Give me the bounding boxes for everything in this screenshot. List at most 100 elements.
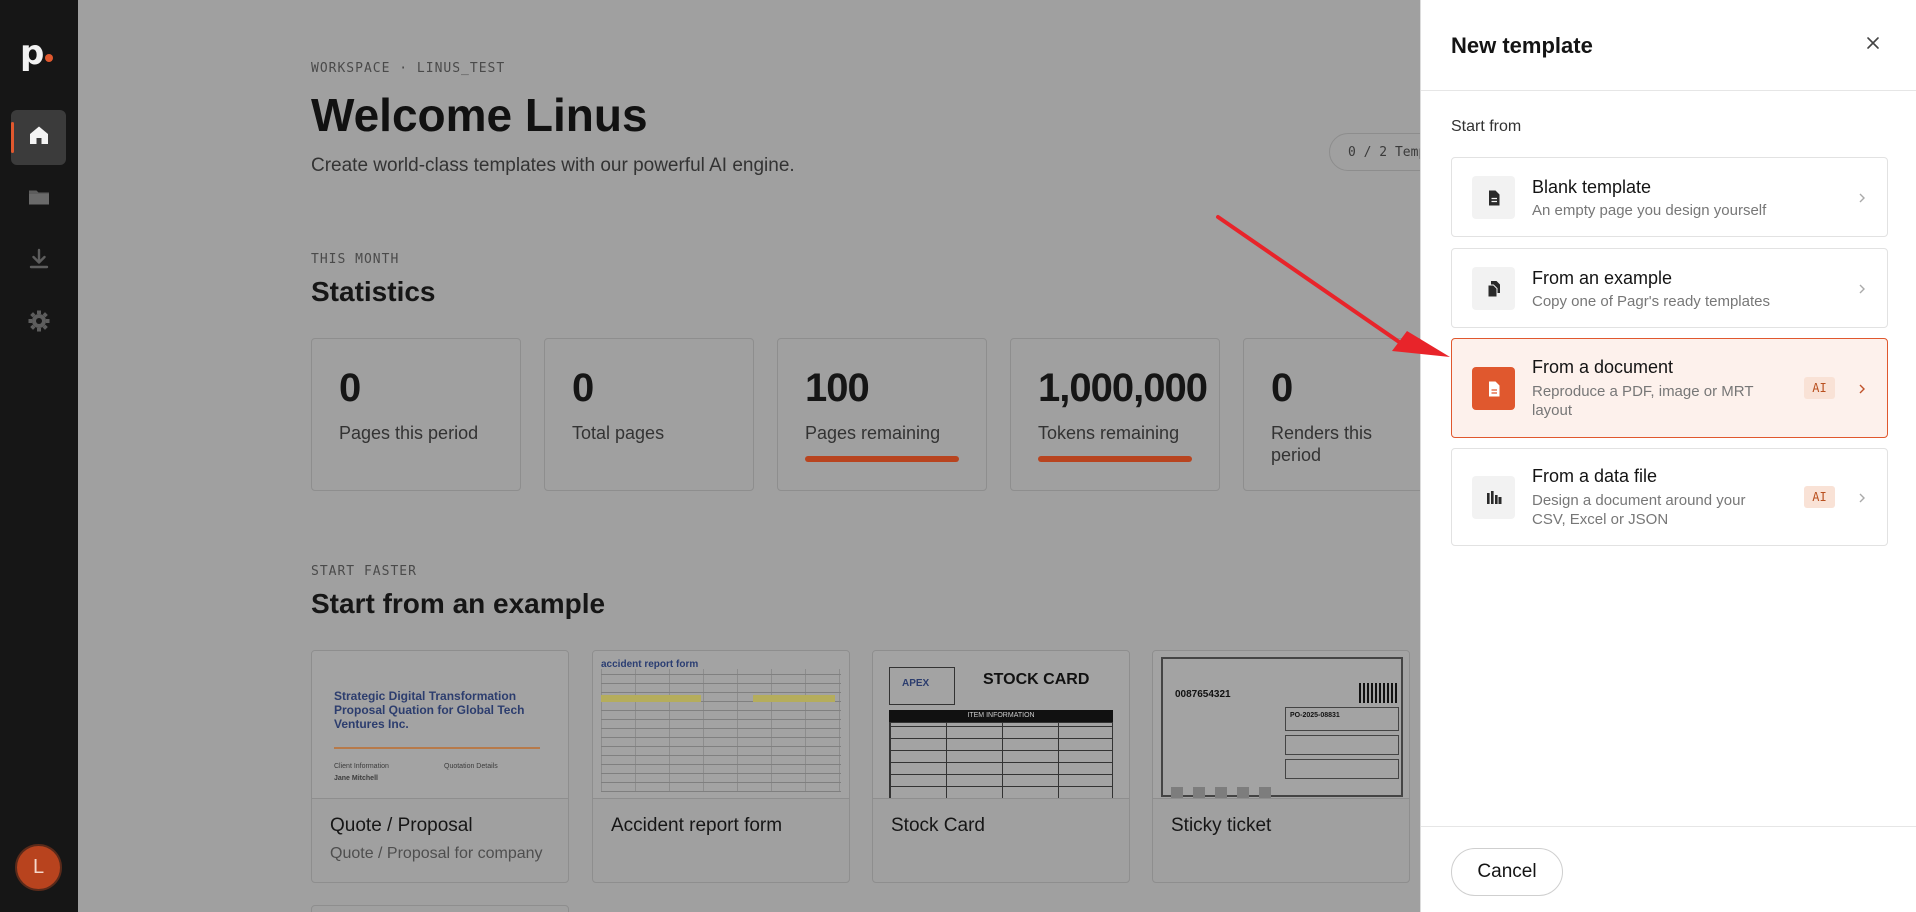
sidebar-item-folders[interactable] bbox=[11, 172, 66, 227]
logo-text: p bbox=[20, 33, 45, 73]
stat-label: Renders this period bbox=[1271, 423, 1373, 465]
template-count-pill: 0 / 2 Templates bbox=[1329, 133, 1420, 171]
example-card-accident[interactable]: accident report form Accident report for… bbox=[592, 650, 850, 883]
ai-badge: AI bbox=[1804, 377, 1835, 399]
option-title: From an example bbox=[1532, 268, 1673, 288]
thumb-number: 0087654321 bbox=[1175, 689, 1231, 700]
stat-card: 0 Total pages bbox=[544, 338, 754, 491]
option-from-data-file[interactable]: From a data file Design a document aroun… bbox=[1451, 448, 1888, 546]
thumb-square bbox=[1215, 787, 1227, 798]
drawer-header: New template bbox=[1421, 0, 1916, 91]
example-card-stock[interactable]: APEX STOCK CARD ITEM INFORMATION Stock C… bbox=[872, 650, 1130, 883]
example-card-ticket[interactable]: 0087654321 PO-2025-08831 Sticky ticket bbox=[1152, 650, 1410, 883]
thumb-square bbox=[1171, 787, 1183, 798]
sidebar-item-settings[interactable] bbox=[11, 296, 66, 351]
folder-icon bbox=[27, 185, 51, 214]
stat-progress-bar bbox=[1038, 456, 1192, 462]
chevron-right-icon bbox=[1856, 283, 1868, 295]
example-card-partial[interactable] bbox=[311, 905, 569, 912]
workspace-label: WORKSPACE · LINUS_TEST bbox=[311, 61, 506, 76]
sidebar: p L bbox=[0, 0, 78, 912]
thumb-highlight bbox=[601, 695, 701, 702]
close-icon bbox=[1866, 36, 1880, 55]
stat-label: Total pages bbox=[572, 423, 665, 443]
sidebar-item-downloads[interactable] bbox=[11, 234, 66, 289]
option-description: An empty page you design yourself bbox=[1532, 202, 1767, 219]
new-template-drawer: New template Start from Blank template A… bbox=[1420, 0, 1916, 912]
card-title: Sticky ticket bbox=[1171, 815, 1272, 836]
thumb-heading: Strategic Digital Transformation Proposa… bbox=[334, 689, 525, 731]
example-thumbnail: Strategic Digital Transformation Proposa… bbox=[312, 651, 568, 799]
logo-dot bbox=[45, 54, 54, 62]
stat-card: 1,000,000 Tokens remaining bbox=[1010, 338, 1220, 491]
thumb-grid bbox=[601, 669, 841, 792]
examples-title: Start from an example bbox=[311, 588, 606, 619]
option-blank-template[interactable]: Blank template An empty page you design … bbox=[1451, 157, 1888, 237]
card-title: Quote / Proposal bbox=[330, 815, 473, 836]
thumb-box bbox=[1285, 735, 1399, 755]
thumb-box bbox=[1285, 759, 1399, 779]
stat-value: 0 bbox=[572, 366, 594, 410]
drawer-footer: Cancel bbox=[1421, 826, 1916, 912]
examples-eyebrow: START FASTER bbox=[311, 564, 417, 579]
avatar[interactable]: L bbox=[15, 844, 62, 891]
download-icon bbox=[27, 247, 51, 276]
stat-value: 100 bbox=[805, 366, 870, 410]
document-icon bbox=[1472, 367, 1515, 410]
gear-icon bbox=[27, 309, 51, 338]
thumb-rule bbox=[334, 747, 540, 749]
app-logo[interactable]: p bbox=[20, 33, 54, 73]
start-from-label: Start from bbox=[1451, 118, 1522, 135]
option-from-example[interactable]: From an example Copy one of Pagr's ready… bbox=[1451, 248, 1888, 328]
stat-value: 0 bbox=[339, 366, 361, 410]
thumb-highlight bbox=[753, 695, 835, 702]
ai-badge: AI bbox=[1804, 486, 1835, 508]
example-thumbnail: APEX STOCK CARD ITEM INFORMATION bbox=[873, 651, 1129, 799]
thumb-logo: APEX bbox=[889, 667, 955, 705]
stat-card: 0 Renders this period bbox=[1243, 338, 1420, 491]
close-button[interactable] bbox=[1858, 30, 1888, 60]
thumb-square bbox=[1237, 787, 1249, 798]
bar-chart-icon bbox=[1472, 476, 1515, 519]
option-description: Reproduce a PDF, image or MRT layout bbox=[1532, 383, 1754, 419]
stat-card: 0 Pages this period bbox=[311, 338, 521, 491]
stat-value: 0 bbox=[1271, 366, 1293, 410]
file-icon bbox=[1472, 176, 1515, 219]
stat-label: Tokens remaining bbox=[1038, 423, 1180, 443]
thumb-label: Client Information bbox=[334, 763, 389, 770]
copy-files-icon bbox=[1472, 267, 1515, 310]
stat-progress-bar bbox=[805, 456, 959, 462]
barcode-icon bbox=[1359, 683, 1399, 703]
page-subtitle: Create world-class templates with our po… bbox=[311, 155, 795, 176]
example-thumbnail: accident report form bbox=[593, 651, 849, 799]
sidebar-item-home[interactable] bbox=[11, 110, 66, 165]
chevron-right-icon bbox=[1856, 492, 1868, 504]
home-icon bbox=[27, 123, 51, 152]
page-title: Welcome Linus bbox=[311, 89, 648, 141]
thumb-bar: ITEM INFORMATION bbox=[889, 710, 1113, 722]
option-from-document[interactable]: From a document Reproduce a PDF, image o… bbox=[1451, 338, 1888, 438]
thumb-po: PO-2025-08831 bbox=[1290, 712, 1340, 719]
example-card-quote[interactable]: Strategic Digital Transformation Proposa… bbox=[311, 650, 569, 883]
cancel-button[interactable]: Cancel bbox=[1451, 848, 1563, 896]
thumb-square bbox=[1259, 787, 1271, 798]
thumb-label: Jane Mitchell bbox=[334, 775, 378, 782]
card-title: Accident report form bbox=[611, 815, 783, 836]
thumb-heading: STOCK CARD bbox=[983, 671, 1090, 688]
thumb-square bbox=[1193, 787, 1205, 798]
thumb-label: Quotation Details bbox=[444, 763, 498, 770]
option-title: From a document bbox=[1532, 357, 1674, 377]
thumb-heading: accident report form bbox=[601, 659, 699, 670]
main-content: WORKSPACE · LINUS_TEST Welcome Linus Cre… bbox=[78, 0, 1420, 912]
option-description: Design a document around your CSV, Excel… bbox=[1532, 492, 1746, 528]
avatar-initial: L bbox=[32, 856, 45, 878]
chevron-right-icon bbox=[1856, 383, 1868, 395]
card-title: Stock Card bbox=[891, 815, 985, 836]
stats-title: Statistics bbox=[311, 276, 436, 307]
example-thumbnail: 0087654321 PO-2025-08831 bbox=[1153, 651, 1409, 799]
option-description: Copy one of Pagr's ready templates bbox=[1532, 293, 1770, 310]
stat-card: 100 Pages remaining bbox=[777, 338, 987, 491]
stats-eyebrow: THIS MONTH bbox=[311, 252, 400, 267]
thumb-logo-text: APEX bbox=[902, 678, 930, 689]
option-title: Blank template bbox=[1532, 177, 1652, 197]
